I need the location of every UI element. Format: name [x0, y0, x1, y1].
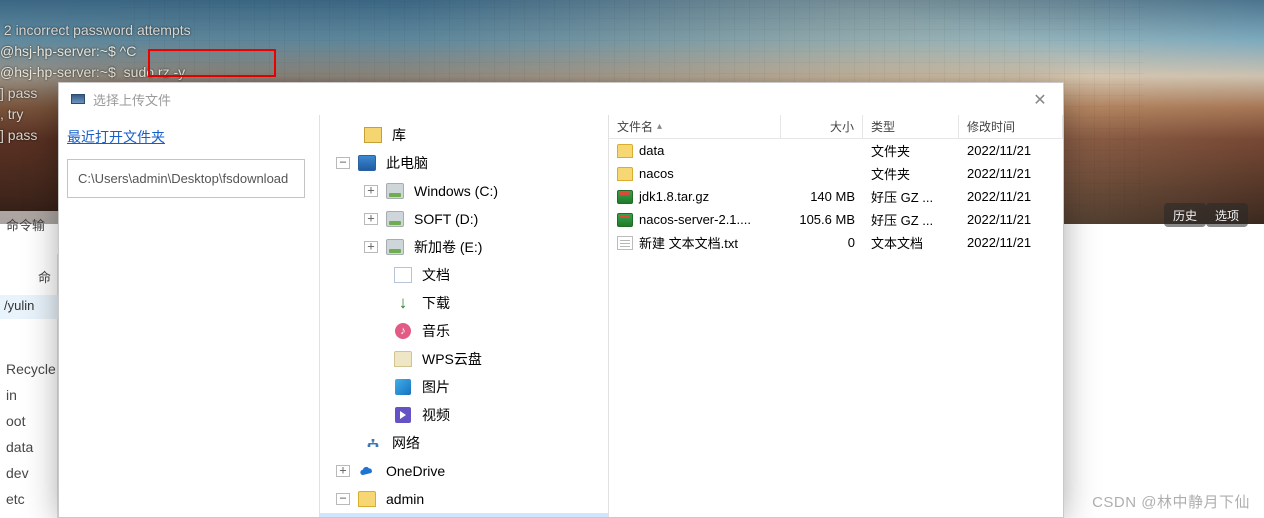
- file-rows: data文件夹2022/11/21nacos文件夹2022/11/21jdk1.…: [609, 139, 1063, 517]
- path-tab-yulin[interactable]: /yulin: [0, 295, 60, 319]
- recent-column: 最近打开文件夹 C:\Users\admin\Desktop\fsdownloa…: [59, 115, 319, 517]
- file-type: 好压 GZ ...: [863, 210, 959, 229]
- list-item[interactable]: oot: [6, 408, 56, 434]
- term-line: @hsj-hp-server:~$ ^C: [0, 43, 136, 59]
- tree-item-music[interactable]: ♪音乐: [320, 317, 608, 345]
- file-size: 140 MB: [781, 189, 863, 204]
- drive-icon: [386, 239, 404, 255]
- tree-item-documents[interactable]: 文档: [320, 261, 608, 289]
- pc-icon: [358, 155, 376, 171]
- tree-item-downloads[interactable]: ↓下载: [320, 289, 608, 317]
- file-name: nacos: [639, 166, 674, 181]
- network-icon: [364, 435, 382, 451]
- download-icon: ↓: [394, 295, 412, 311]
- folder-tree: 库 −此电脑 +Windows (C:) +SOFT (D:) +新加卷 (E:…: [319, 115, 609, 517]
- sort-asc-icon: ▴: [657, 121, 662, 132]
- gz-icon: [617, 190, 633, 204]
- document-icon: [394, 267, 412, 283]
- photos-icon: [394, 379, 412, 395]
- close-icon: ✕: [1033, 90, 1046, 110]
- red-annotation-box: [148, 49, 276, 77]
- dialog-icon: [71, 94, 85, 104]
- list-item[interactable]: etc: [6, 486, 56, 512]
- collapse-icon[interactable]: −: [336, 493, 350, 505]
- dialog-title-text: 选择上传文件: [93, 90, 171, 109]
- video-icon: [394, 407, 412, 423]
- folder-icon: [394, 351, 412, 367]
- file-list: 文件名▴ 大小 类型 修改时间 data文件夹2022/11/21nacos文件…: [609, 115, 1063, 517]
- collapse-icon[interactable]: −: [336, 157, 350, 169]
- folder-icon: [617, 144, 633, 158]
- left-file-list: Recycle in oot data dev etc: [6, 356, 56, 512]
- folder-icon: [617, 167, 633, 181]
- term-line: 2 incorrect password attempts: [0, 22, 191, 38]
- list-item[interactable]: Recycle: [6, 356, 56, 382]
- file-date: 2022/11/21: [959, 166, 1063, 181]
- tree-item-library[interactable]: 库: [320, 121, 608, 149]
- file-size: 0: [781, 235, 863, 250]
- col-header-type[interactable]: 类型: [863, 115, 959, 139]
- left-bar-label: 命: [38, 267, 51, 286]
- tree-item-drive-c[interactable]: +Windows (C:): [320, 177, 608, 205]
- file-size: 105.6 MB: [781, 212, 863, 227]
- tree-item-drive-e[interactable]: +新加卷 (E:): [320, 233, 608, 261]
- drive-icon: [386, 183, 404, 199]
- expand-icon[interactable]: +: [336, 465, 350, 477]
- table-row[interactable]: nacos-server-2.1.... 105.6 MB好压 GZ ...202…: [609, 208, 1063, 231]
- cloud-icon: [358, 463, 376, 479]
- file-type: 文件夹: [863, 141, 959, 160]
- music-icon: ♪: [394, 323, 412, 339]
- col-header-date[interactable]: 修改时间: [959, 115, 1063, 139]
- file-name: jdk1.8.tar.gz: [639, 189, 709, 204]
- term-line: ] pass: [0, 85, 37, 101]
- table-row[interactable]: nacos 文件夹2022/11/21: [609, 162, 1063, 185]
- recent-path-box[interactable]: C:\Users\admin\Desktop\fsdownload: [67, 159, 305, 198]
- expand-icon[interactable]: +: [364, 241, 378, 253]
- term-line: , try: [0, 106, 23, 122]
- drive-icon: [386, 211, 404, 227]
- file-date: 2022/11/21: [959, 143, 1063, 158]
- file-name: nacos-server-2.1....: [639, 212, 751, 227]
- watermark: CSDN @林中静月下仙: [1092, 491, 1250, 512]
- list-item[interactable]: in: [6, 382, 56, 408]
- list-header: 文件名▴ 大小 类型 修改时间: [609, 115, 1063, 139]
- table-row[interactable]: data 文件夹2022/11/21: [609, 139, 1063, 162]
- file-type: 文件夹: [863, 164, 959, 183]
- table-row[interactable]: jdk1.8.tar.gz 140 MB好压 GZ ...2022/11/21: [609, 185, 1063, 208]
- term-line: ] pass: [0, 127, 37, 143]
- table-row[interactable]: 新建 文本文档.txt 0文本文档2022/11/21: [609, 231, 1063, 254]
- folder-icon: [358, 491, 376, 507]
- tree-item-fsdownload[interactable]: −fsdownload: [320, 513, 608, 517]
- dialog-titlebar[interactable]: 选择上传文件: [59, 83, 1063, 115]
- file-name: data: [639, 143, 664, 158]
- expand-icon[interactable]: +: [364, 213, 378, 225]
- tree-item-videos[interactable]: 视频: [320, 401, 608, 429]
- tree-item-drive-d[interactable]: +SOFT (D:): [320, 205, 608, 233]
- file-name: 新建 文本文档.txt: [639, 233, 738, 252]
- upload-dialog: 选择上传文件 ✕ 最近打开文件夹 C:\Users\admin\Desktop\…: [58, 82, 1064, 518]
- tree-item-network[interactable]: 网络: [320, 429, 608, 457]
- tree-item-this-pc[interactable]: −此电脑: [320, 149, 608, 177]
- history-button[interactable]: 历史: [1164, 203, 1206, 227]
- close-button[interactable]: ✕: [1025, 89, 1055, 111]
- file-date: 2022/11/21: [959, 235, 1063, 250]
- file-date: 2022/11/21: [959, 189, 1063, 204]
- txt-icon: [617, 236, 633, 250]
- file-type: 文本文档: [863, 233, 959, 252]
- library-icon: [364, 127, 382, 143]
- recent-folders-header[interactable]: 最近打开文件夹: [67, 129, 165, 145]
- list-item[interactable]: data: [6, 434, 56, 460]
- col-header-name[interactable]: 文件名▴: [609, 115, 781, 139]
- file-date: 2022/11/21: [959, 212, 1063, 227]
- list-item[interactable]: dev: [6, 460, 56, 486]
- tree-item-wps[interactable]: WPS云盘: [320, 345, 608, 373]
- expand-icon[interactable]: +: [364, 185, 378, 197]
- gz-icon: [617, 213, 633, 227]
- options-button[interactable]: 选项: [1206, 203, 1248, 227]
- tree-item-photos[interactable]: 图片: [320, 373, 608, 401]
- file-type: 好压 GZ ...: [863, 187, 959, 206]
- tree-item-onedrive[interactable]: +OneDrive: [320, 457, 608, 485]
- tree-item-admin[interactable]: −admin: [320, 485, 608, 513]
- col-header-size[interactable]: 大小: [781, 115, 863, 139]
